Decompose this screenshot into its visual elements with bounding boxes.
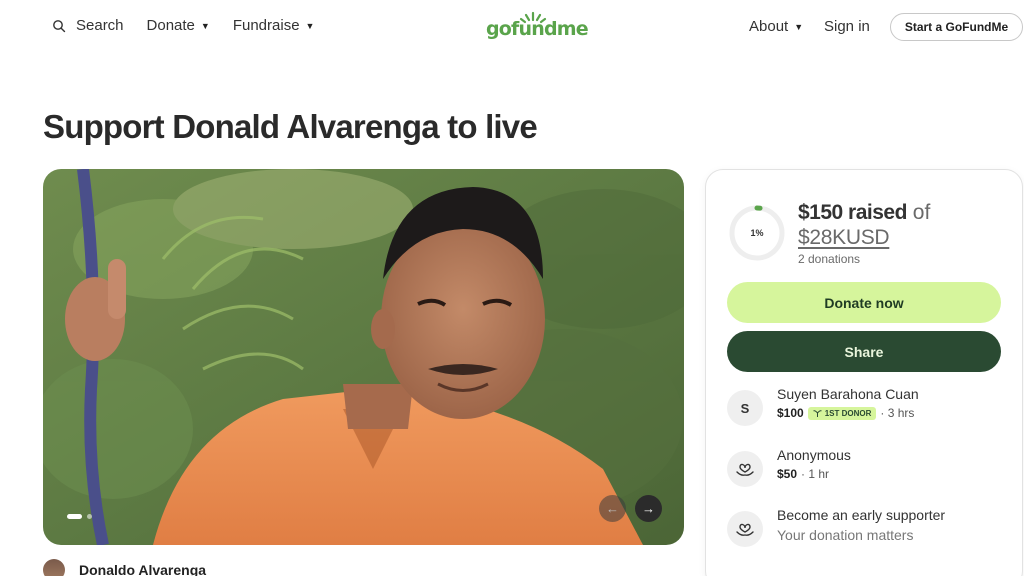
goal-amount[interactable]: $28KUSD	[798, 226, 890, 250]
amount-raised: $150 raised of	[798, 200, 930, 226]
start-gofundme-button[interactable]: Start a GoFundMe	[890, 13, 1023, 41]
sign-in-link[interactable]: Sign in	[824, 18, 870, 35]
organizer-avatar	[43, 559, 65, 576]
carousel-dot-active[interactable]	[67, 514, 82, 519]
donor-info: Anonymous $50 · 1 hr	[777, 447, 851, 481]
donor-meta: $50 · 1 hr	[777, 467, 851, 481]
donor-amount: $50	[777, 467, 798, 481]
donor-time: · 3 hrs	[880, 406, 915, 420]
previous-photo-button[interactable]: ←	[599, 495, 626, 522]
first-donor-badge: 1ST DONOR	[807, 406, 877, 420]
arrow-left-icon: ←	[606, 501, 619, 516]
donor-meta: $100 1ST DONOR · 3 hrs	[777, 406, 919, 420]
logo-text: gofundme	[486, 18, 589, 40]
caret-down-icon: ▼	[794, 21, 804, 32]
arrow-right-icon: →	[642, 501, 655, 516]
donor-item: Anonymous $50 · 1 hr	[727, 447, 851, 487]
page-title: Support Donald Alvarenga to live	[43, 108, 538, 145]
site-header: Search Donate ▼ Fundraise ▼ gofundme Abo…	[0, 0, 1024, 56]
fundraise-menu[interactable]: Fundraise ▼	[233, 17, 315, 34]
early-supporter-subtitle: Your donation matters	[777, 527, 914, 543]
donation-count: 2 donations	[798, 252, 861, 266]
photo-illustration	[43, 169, 684, 545]
about-label: About	[749, 18, 789, 35]
raised-of: of	[912, 201, 931, 224]
next-photo-button[interactable]: →	[635, 495, 662, 522]
donor-info: Suyen Barahona Cuan $100 1ST DONOR · 3 h…	[777, 386, 919, 420]
progress-percent: 1%	[750, 228, 764, 238]
carousel-dot[interactable]	[87, 514, 92, 519]
donor-time: · 1 hr	[801, 467, 830, 481]
nav-left: Search Donate ▼ Fundraise ▼	[52, 17, 314, 34]
donor-name: Suyen Barahona Cuan	[777, 386, 919, 402]
caret-down-icon: ▼	[200, 20, 210, 31]
donation-card: 1% $150 raised of $28KUSD 2 donations Do…	[705, 169, 1023, 576]
carousel-dots	[67, 514, 92, 519]
donor-name: Anonymous	[777, 447, 851, 463]
heart-hand-icon	[727, 451, 763, 487]
search-icon	[52, 19, 66, 33]
donor-amount: $100	[777, 406, 804, 420]
fundraiser-photo[interactable]: ← →	[43, 169, 684, 545]
organizer-name: Donaldo Alvarenga	[79, 562, 207, 576]
about-menu-wrap[interactable]: About ▼	[749, 18, 803, 35]
donate-menu-label: Donate	[146, 17, 195, 34]
donate-now-button[interactable]: Donate now	[727, 282, 1001, 323]
search-link[interactable]: Search	[52, 17, 124, 34]
share-button[interactable]: Share	[727, 331, 1001, 372]
search-label: Search	[76, 17, 124, 34]
heart-hand-icon	[727, 511, 763, 547]
early-supporter-title: Become an early supporter	[777, 507, 946, 523]
donor-item: S Suyen Barahona Cuan $100 1ST DONOR · 3…	[727, 386, 919, 426]
early-supporter-item[interactable]: Become an early supporter Your donation …	[727, 507, 945, 547]
donate-menu[interactable]: Donate ▼	[147, 17, 210, 34]
gofundme-logo[interactable]: gofundme	[486, 10, 589, 44]
sprout-icon	[812, 410, 822, 417]
organizer[interactable]: Donaldo Alvarenga	[43, 559, 206, 576]
badge-label: 1ST DONOR	[824, 408, 872, 418]
caret-down-icon: ▼	[305, 20, 315, 31]
early-supporter-info: Become an early supporter Your donation …	[777, 507, 945, 543]
donor-avatar: S	[727, 390, 763, 426]
fundraise-menu-label: Fundraise	[232, 17, 300, 34]
raised-amount: $150 raised	[798, 201, 907, 224]
